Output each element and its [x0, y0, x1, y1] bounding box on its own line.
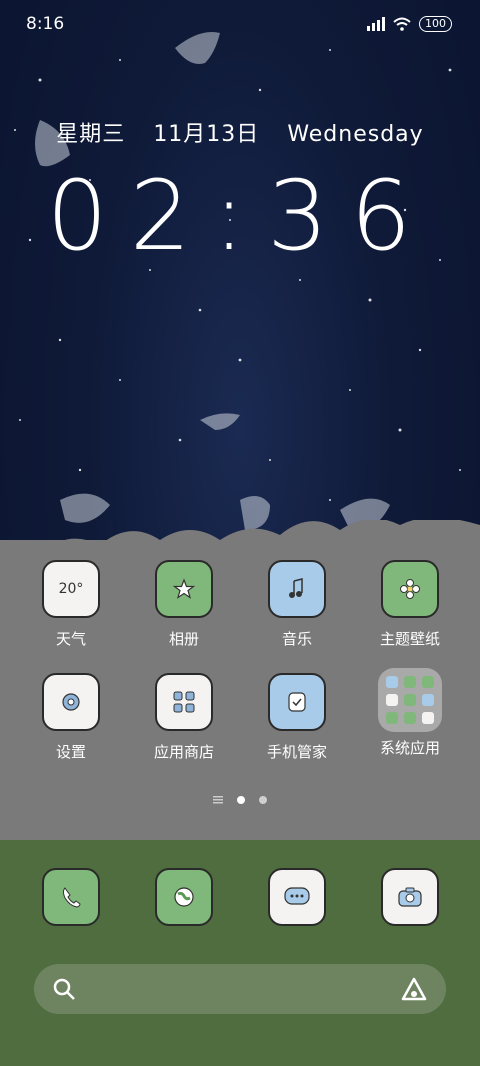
phone-icon — [42, 868, 100, 926]
status-bar: 8:16 100 — [0, 0, 480, 48]
weather-icon: 20° — [42, 560, 100, 618]
app-weather[interactable]: 20° 天气 — [26, 560, 116, 649]
status-time: 8:16 — [26, 14, 65, 34]
weather-temp: 20° — [58, 581, 84, 597]
flower-icon — [381, 560, 439, 618]
folder-icon — [378, 668, 442, 732]
assistant-icon[interactable] — [400, 976, 428, 1002]
shield-icon — [268, 673, 326, 731]
weekday-en: Wednesday — [287, 122, 424, 147]
page-dot-2[interactable] — [259, 796, 267, 804]
gear-icon — [42, 673, 100, 731]
search-bar[interactable] — [34, 964, 446, 1014]
app-gallery[interactable]: 相册 — [139, 560, 229, 649]
app-phone-manager[interactable]: 手机管家 — [252, 673, 342, 762]
wifi-icon — [393, 17, 411, 31]
app-store[interactable]: 应用商店 — [139, 673, 229, 762]
app-settings[interactable]: 设置 — [26, 673, 116, 762]
date: 11月13日 — [153, 122, 260, 147]
menu-lines-icon[interactable] — [213, 796, 223, 804]
app-themes[interactable]: 主题壁纸 — [365, 560, 455, 649]
music-icon — [268, 560, 326, 618]
dock-messages[interactable] — [252, 868, 342, 926]
app-label: 应用商店 — [153, 743, 214, 761]
search-icon — [53, 978, 75, 1000]
weekday: 星期三 — [56, 122, 126, 147]
message-icon — [268, 868, 326, 926]
store-icon — [155, 673, 213, 731]
dock-camera[interactable] — [365, 868, 455, 926]
battery-indicator: 100 — [419, 16, 452, 32]
app-label: 手机管家 — [266, 743, 327, 761]
app-label: 相册 — [168, 630, 199, 648]
globe-icon — [155, 868, 213, 926]
app-label: 设置 — [55, 743, 86, 761]
app-label: 系统应用 — [379, 739, 440, 757]
status-icons: 100 — [367, 16, 452, 32]
date-row: 星期三 11月13日 Wednesday — [0, 116, 480, 148]
dock-browser[interactable] — [139, 868, 229, 926]
app-music[interactable]: 音乐 — [252, 560, 342, 649]
app-system-folder[interactable]: 系统应用 — [365, 668, 455, 758]
star-icon — [155, 560, 213, 618]
signal-icon — [367, 17, 385, 31]
clock: 02:36 — [46, 160, 434, 272]
page-dot-1[interactable] — [237, 796, 245, 804]
app-label: 天气 — [55, 630, 86, 648]
app-label: 音乐 — [281, 630, 312, 648]
camera-icon — [381, 868, 439, 926]
app-label: 主题壁纸 — [379, 630, 440, 648]
dock-phone[interactable] — [26, 868, 116, 926]
page-indicator — [0, 796, 480, 804]
